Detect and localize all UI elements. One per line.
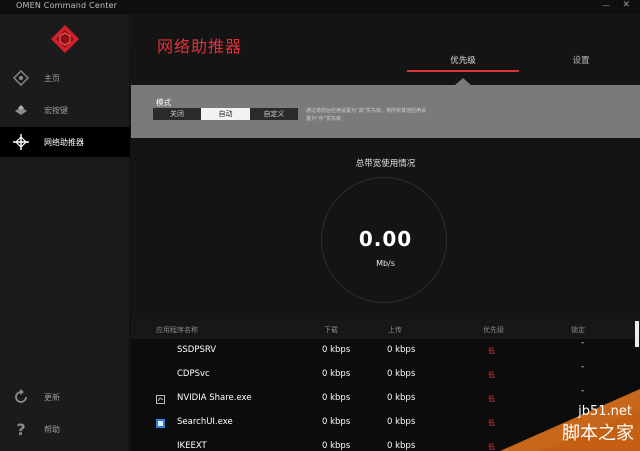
sidebar-item-help[interactable]: ? 帮助 [0, 414, 130, 444]
table-header: 应用程序名称 下载 上传 优先级 锁定 [131, 319, 640, 339]
lock-toggle[interactable]: - [581, 338, 584, 348]
omen-logo-icon [51, 25, 79, 53]
sidebar-item-network-booster[interactable]: 网络助推器 [0, 127, 130, 157]
app-name: IKEEXT [177, 441, 207, 451]
priority-dropdown[interactable]: 低 [488, 418, 495, 428]
sidebar-item-macro[interactable]: 宏按键 [0, 95, 130, 125]
col-header-download[interactable]: 下载 [324, 325, 338, 335]
tab-caret [455, 78, 471, 85]
macro-key-icon [12, 101, 30, 119]
watermark-site: jb51.net [578, 404, 632, 419]
mode-label: 模式 [156, 98, 171, 107]
app-name: CDPSvc [177, 369, 210, 379]
minimize-button[interactable]: — [602, 1, 610, 10]
col-header-upload[interactable]: 上传 [388, 325, 402, 335]
sidebar-item-label: 网络助推器 [44, 137, 84, 147]
page-title: 网络助推器 [157, 37, 243, 56]
col-header-lock[interactable]: 锁定 [571, 325, 585, 335]
close-button[interactable]: ✕ [622, 0, 630, 10]
bandwidth-title: 总带宽使用情况 [355, 159, 416, 169]
mode-off-button[interactable]: 关闭 [153, 108, 201, 120]
sidebar: 主页 宏按键 网络助推器 更新 ? 帮助 [0, 14, 130, 451]
sidebar-item-label: 帮助 [44, 424, 60, 434]
lock-toggle[interactable]: - [581, 362, 584, 372]
mode-description: 通过将前台应用设置为“高”优先级，将所有其他应用设置为“中”优先级 [306, 108, 427, 122]
window-title: OMEN Command Center [16, 1, 118, 10]
help-icon: ? [16, 419, 26, 439]
upload-rate: 0 kbps [387, 417, 416, 427]
tab-settings[interactable]: 设置 [531, 54, 631, 66]
col-header-name[interactable]: 应用程序名称 [156, 325, 198, 335]
upload-rate: 0 kbps [387, 441, 416, 451]
tab-priority[interactable]: 优先级 [407, 54, 519, 66]
download-rate: 0 kbps [322, 393, 351, 403]
active-tab-indicator [407, 70, 519, 72]
col-header-priority[interactable]: 优先级 [483, 325, 504, 335]
download-rate: 0 kbps [322, 417, 351, 427]
sidebar-item-update[interactable]: 更新 [0, 382, 130, 412]
priority-dropdown[interactable]: 低 [488, 370, 495, 380]
sidebar-item-label: 更新 [44, 392, 60, 402]
sidebar-item-home[interactable]: 主页 [0, 63, 130, 93]
watermark: jb51.net 脚本之家 [500, 379, 640, 451]
crosshair-icon [12, 69, 30, 87]
upload-rate: 0 kbps [387, 345, 416, 355]
download-rate: 0 kbps [322, 369, 351, 379]
watermark-name: 脚本之家 [562, 423, 634, 444]
title-bar: OMEN Command Center — ✕ [0, 0, 640, 14]
search-ui-icon [156, 419, 165, 428]
priority-dropdown[interactable]: 低 [488, 346, 495, 356]
app-name: NVIDIA Share.exe [177, 393, 252, 403]
download-rate: 0 kbps [322, 441, 351, 451]
app-name: SearchUI.exe [177, 417, 233, 427]
upload-rate: 0 kbps [387, 393, 416, 403]
priority-dropdown[interactable]: 低 [488, 442, 495, 451]
download-rate: 0 kbps [322, 345, 351, 355]
upload-rate: 0 kbps [387, 369, 416, 379]
bandwidth-unit: Mb/s [376, 259, 395, 268]
app-name: SSDPSRV [177, 345, 217, 355]
network-booster-icon [12, 133, 30, 151]
mode-auto-button[interactable]: 自动 [201, 108, 250, 120]
priority-dropdown[interactable]: 低 [488, 394, 495, 404]
nvidia-share-icon [156, 395, 165, 404]
mode-custom-button[interactable]: 自定义 [250, 108, 298, 120]
mode-panel: 模式 关闭 自动 自定义 通过将前台应用设置为“高”优先级，将所有其他应用设置为… [131, 85, 640, 138]
table-scrollbar[interactable] [635, 321, 639, 347]
sidebar-item-label: 宏按键 [44, 105, 68, 115]
refresh-icon [12, 388, 30, 406]
sidebar-item-label: 主页 [44, 73, 60, 83]
table-row[interactable]: SSDPSRV 0 kbps 0 kbps 低 - [131, 338, 631, 363]
bandwidth-value: 0.00 [358, 227, 413, 251]
